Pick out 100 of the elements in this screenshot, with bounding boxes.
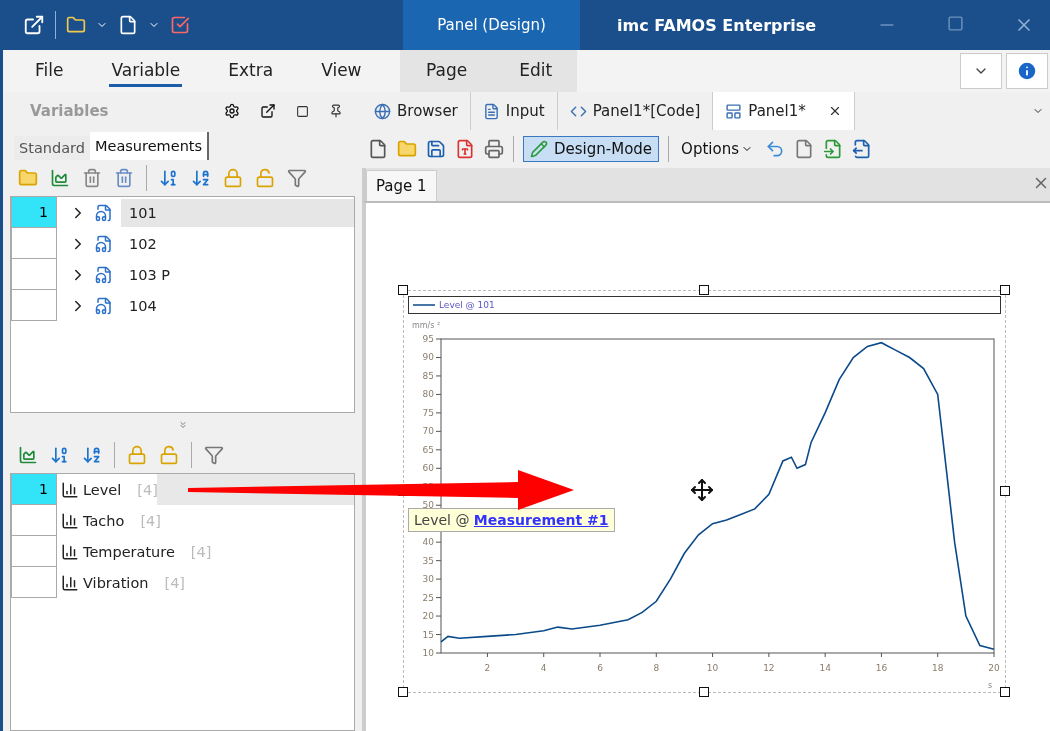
- y-tick-label: 20: [422, 611, 434, 622]
- y-tick-label: 65: [422, 444, 434, 455]
- signal-file-icon[interactable]: [95, 296, 113, 315]
- measurement-item[interactable]: 101: [121, 198, 354, 227]
- channel-name[interactable]: Level: [83, 481, 122, 498]
- tab-icon: [725, 102, 743, 120]
- panel-tab[interactable]: Standard: [14, 136, 90, 160]
- print-icon[interactable]: [484, 139, 504, 159]
- resize-handle[interactable]: [1000, 687, 1010, 697]
- bar-chart-icon: [61, 511, 79, 530]
- sort-alpha-icon[interactable]: [82, 445, 102, 465]
- signal-file-icon[interactable]: [95, 265, 113, 284]
- channel-count: [4]: [140, 512, 161, 529]
- y-tick-label: 30: [422, 574, 434, 585]
- y-tick-label: 50: [422, 500, 434, 511]
- pin-icon[interactable]: [329, 104, 343, 118]
- sort-numeric-icon[interactable]: [50, 445, 70, 465]
- menu-item[interactable]: Extra: [226, 55, 276, 87]
- menu-item[interactable]: View: [319, 55, 364, 87]
- y-tick-label: 75: [422, 407, 434, 418]
- undo-icon[interactable]: [764, 139, 785, 159]
- import-icon[interactable]: [822, 139, 843, 159]
- y-tick-label: 95: [422, 334, 434, 344]
- trash-icon[interactable]: [114, 168, 134, 188]
- maximize-icon[interactable]: [296, 104, 309, 118]
- row-number: 1: [11, 197, 57, 228]
- y-tick-label: 10: [422, 648, 434, 658]
- x-tick-label: 16: [875, 663, 888, 673]
- channel-count: [4]: [190, 543, 212, 560]
- menu-item[interactable]: Variable: [109, 55, 183, 87]
- measurement-item[interactable]: 103 P: [121, 260, 179, 289]
- document-icon[interactable]: [118, 15, 138, 35]
- export-icon[interactable]: [851, 139, 872, 159]
- y-axis-unit: mm/s ²: [412, 321, 441, 330]
- resize-handle[interactable]: [1000, 486, 1010, 496]
- y-tick-label: 85: [422, 370, 434, 381]
- document-tab[interactable]: Panel1*: [713, 92, 855, 130]
- legend-label: Level @ 101: [439, 300, 495, 310]
- y-tick-label: 60: [422, 463, 434, 474]
- move-cursor-icon: [690, 478, 714, 502]
- panel-tab[interactable]: Measurements: [89, 132, 210, 160]
- resize-handle[interactable]: [1000, 285, 1010, 295]
- resize-handle[interactable]: [398, 285, 408, 295]
- row-number: 1: [11, 474, 57, 505]
- new-document-icon[interactable]: [368, 139, 388, 159]
- checklist-icon[interactable]: [170, 15, 190, 35]
- options-button[interactable]: Options: [678, 138, 756, 160]
- info-button[interactable]: [1006, 53, 1048, 89]
- x-tick-label: 6: [597, 663, 603, 673]
- page-tab[interactable]: Page 1: [366, 170, 437, 201]
- channel-count: [4]: [137, 481, 158, 498]
- y-tick-label: 90: [422, 352, 434, 363]
- y-tick-label: 70: [422, 426, 434, 437]
- trash-icon[interactable]: [82, 168, 102, 188]
- document-tab[interactable]: Browser: [362, 92, 471, 130]
- filter-icon[interactable]: [287, 168, 307, 188]
- y-tick-label: 40: [422, 537, 434, 548]
- resize-handle[interactable]: [398, 687, 408, 697]
- x-tick-label: 14: [819, 663, 831, 673]
- channel-name[interactable]: Tacho: [83, 512, 125, 529]
- tab-icon: [482, 102, 500, 120]
- sort-alpha-icon[interactable]: [191, 168, 211, 188]
- channel-name[interactable]: Vibration: [83, 574, 149, 591]
- y-tick-label: 15: [422, 629, 434, 640]
- x-axis-unit: s: [988, 681, 993, 690]
- ribbon-toggle-button[interactable]: [960, 53, 1002, 89]
- bar-chart-icon: [61, 573, 79, 592]
- save-icon[interactable]: [426, 139, 446, 159]
- x-tick-label: 12: [763, 663, 775, 673]
- measurement-link[interactable]: Measurement #1: [473, 512, 609, 528]
- channel-name[interactable]: Temperature: [83, 543, 175, 560]
- panel-title: Variables: [30, 102, 110, 120]
- document-tab[interactable]: Input: [470, 92, 558, 130]
- bar-chart-icon: [61, 542, 79, 561]
- channel-count: [4]: [164, 574, 185, 591]
- undock-icon[interactable]: [260, 103, 276, 119]
- filter-icon[interactable]: [204, 445, 224, 465]
- context-tab-label: Panel (Design): [403, 0, 580, 50]
- settings-icon[interactable]: [224, 103, 240, 119]
- x-tick-label: 20: [988, 663, 1000, 673]
- resize-handle[interactable]: [699, 687, 709, 697]
- x-tick-label: 4: [540, 663, 547, 673]
- chart-icon[interactable]: [50, 168, 70, 188]
- measurement-item[interactable]: 104: [121, 291, 165, 320]
- tooltip-text: Level @: [414, 512, 470, 528]
- x-tick-label: 2: [484, 663, 491, 673]
- signal-file-icon[interactable]: [95, 203, 113, 222]
- folder-icon[interactable]: [66, 15, 86, 35]
- signal-file-icon[interactable]: [95, 234, 113, 253]
- sort-numeric-icon[interactable]: [159, 168, 179, 188]
- resize-handle[interactable]: [699, 285, 709, 295]
- menu-item[interactable]: File: [33, 55, 66, 87]
- chart-icon[interactable]: [18, 445, 38, 465]
- design-mode-button[interactable]: Design-Mode: [523, 136, 660, 162]
- info-icon: [1016, 60, 1038, 82]
- y-tick-label: 25: [422, 592, 434, 603]
- bar-chart-icon: [61, 480, 79, 499]
- measurement-item[interactable]: 102: [121, 229, 165, 258]
- pencil-icon: [530, 140, 548, 158]
- pdf-icon[interactable]: [455, 139, 475, 159]
